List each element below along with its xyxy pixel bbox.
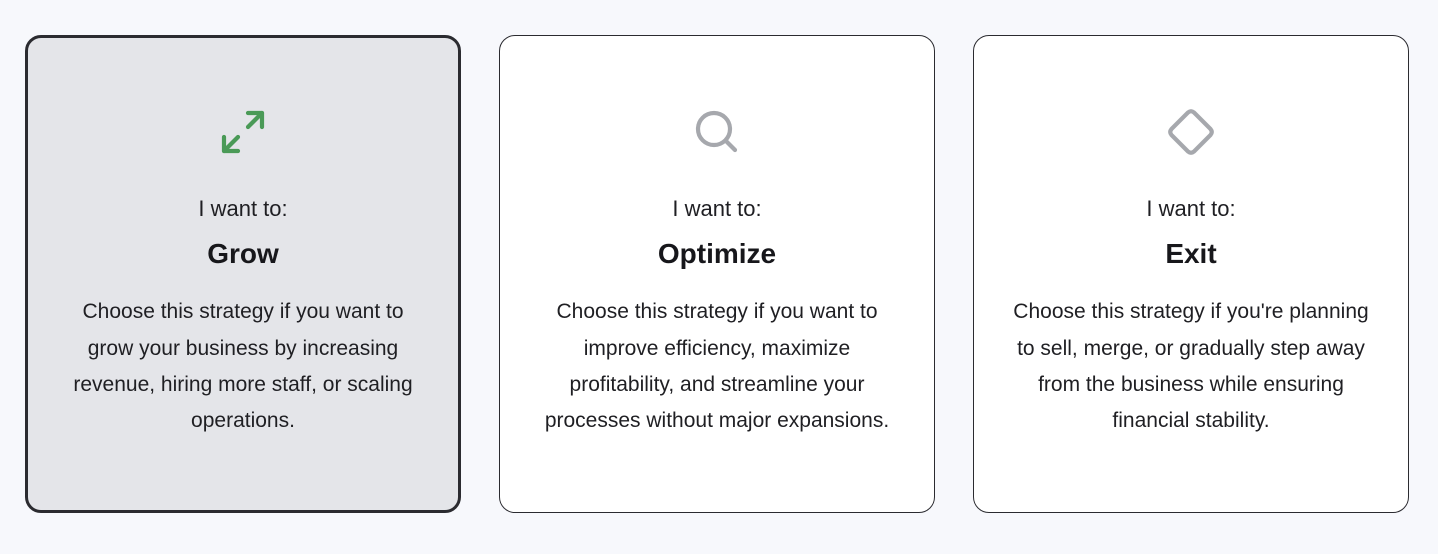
card-prompt: I want to: (198, 196, 288, 222)
strategy-card-grow[interactable]: I want to: Grow Choose this strategy if … (25, 35, 461, 513)
card-prompt: I want to: (672, 196, 762, 222)
diamond-icon (1167, 108, 1215, 156)
magnifier-icon (693, 108, 741, 156)
card-description: Choose this strategy if you want to grow… (73, 300, 413, 433)
card-title: Optimize (657, 238, 777, 270)
card-description: Choose this strategy if you're planning … (1013, 300, 1369, 433)
strategy-card-exit[interactable]: I want to: Exit Choose this strategy if … (973, 35, 1409, 513)
expand-arrows-icon (219, 108, 267, 156)
card-title: Grow (207, 238, 279, 270)
card-title: Exit (1165, 238, 1217, 270)
card-description: Choose this strategy if you want to impr… (544, 300, 890, 433)
strategy-card-optimize[interactable]: I want to: Optimize Choose this strategy… (499, 35, 935, 513)
card-prompt: I want to: (1146, 196, 1236, 222)
strategy-cards: I want to: Grow Choose this strategy if … (25, 35, 1409, 513)
